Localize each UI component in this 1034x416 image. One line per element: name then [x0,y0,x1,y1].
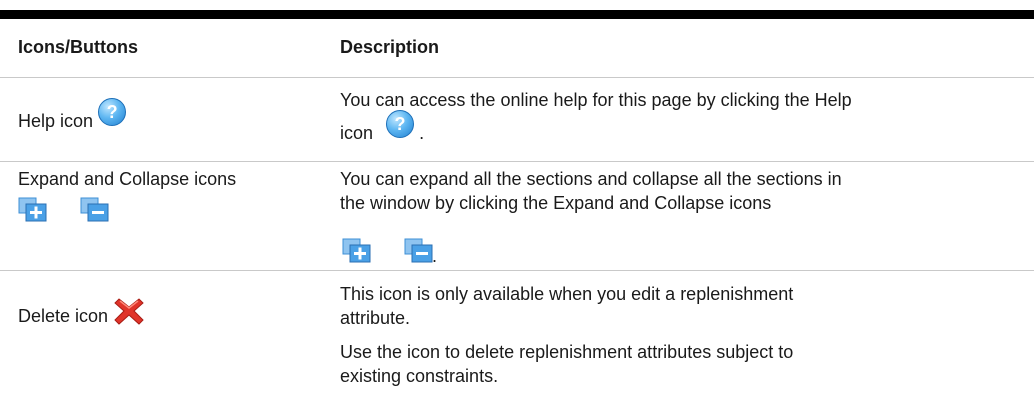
table-header-row: Icons/Buttons Description [0,19,1034,78]
help-desc-line-2: icon ? . [340,110,1025,148]
delete-label: Delete icon [18,305,109,326]
table-row: Help icon ? You can access the online he… [0,78,1034,162]
help-label: Help icon [18,110,94,131]
expand-collapse-label-cell: Expand and Collapse icons [18,167,236,191]
help-desc-line-1: You can access the online help for this … [340,90,852,110]
expand-icon [342,238,372,264]
expand-icon[interactable] [18,197,48,223]
header-icons-buttons: Icons/Buttons [18,37,138,57]
table-row: Expand and Collapse icons You can expand… [0,162,1034,271]
help-icon[interactable]: ? [98,98,127,126]
delete-desc-line-3: Use the icon to delete replenishment att… [340,342,794,362]
help-description-cell: You can access the online help for this … [340,88,1025,148]
expand-desc-period: . [432,246,438,266]
expand-collapse-label: Expand and Collapse icons [18,169,237,189]
help-label-cell: Help icon ? [18,98,127,136]
delete-desc-line-2: attribute. [340,308,411,328]
table-row: Delete icon This icon is only available … [0,271,1034,395]
delete-icon[interactable] [113,295,145,327]
expand-desc-line-1: You can expand all the sections and coll… [340,169,842,189]
help-icon: ? [386,110,415,138]
collapse-icon[interactable] [80,197,110,223]
help-desc-period: . [419,122,425,143]
header-description: Description [340,37,440,57]
delete-description-cell: This icon is only available when you edi… [340,282,1025,388]
icons-table: Icons/Buttons Description Help icon ? Yo… [0,19,1034,395]
table-top-rule [0,10,1034,19]
delete-label-cell: Delete icon [18,298,145,333]
collapse-icon [404,238,434,264]
help-desc-word: icon [340,122,374,143]
expand-collapse-description-cell: You can expand all the sections and coll… [340,167,1025,215]
delete-desc-line-4: existing constraints. [340,366,499,386]
delete-desc-line-1: This icon is only available when you edi… [340,284,794,304]
expand-desc-line-2: the window by clicking the Expand and Co… [340,193,772,213]
